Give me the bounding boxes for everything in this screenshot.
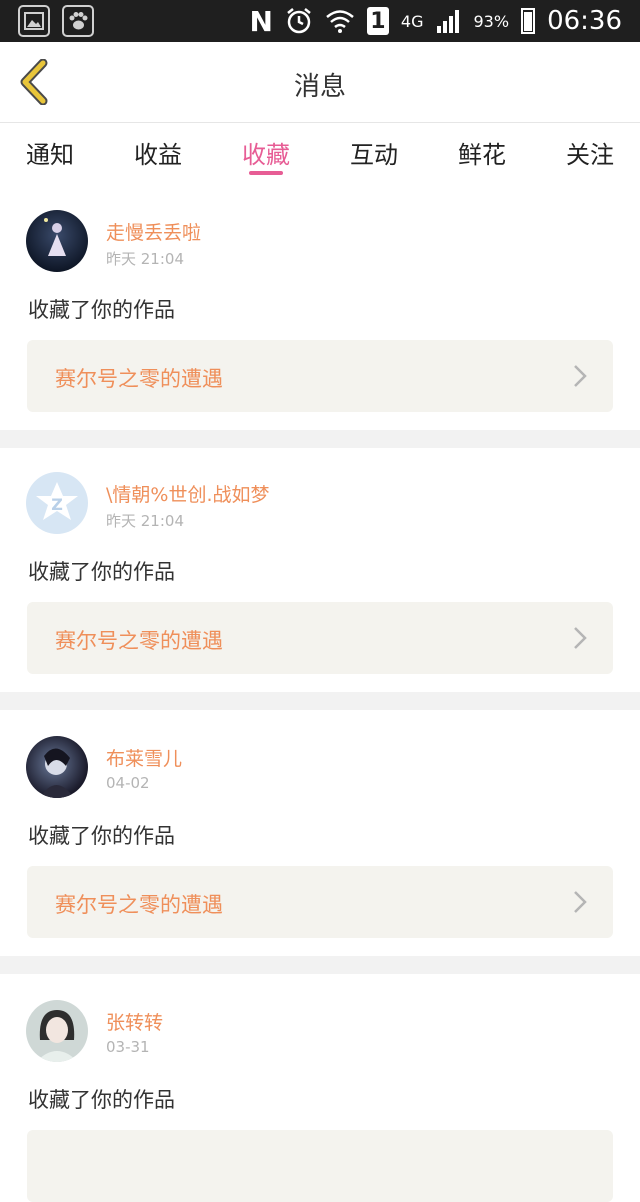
battery-icon [521, 8, 536, 34]
wifi-icon [326, 10, 354, 33]
work-link[interactable]: 赛尔号之零的遭遇 [27, 602, 613, 674]
action-text: 收藏了你的作品 [28, 298, 175, 322]
gallery-icon [18, 5, 50, 37]
active-tab-indicator [249, 171, 283, 175]
username[interactable]: \情朝%世创.战如梦 [106, 480, 270, 507]
avatar[interactable] [26, 736, 88, 798]
tab-follows[interactable]: 关注 [540, 135, 640, 170]
tab-favorites[interactable]: 收藏 [216, 135, 316, 170]
divider [0, 692, 640, 710]
divider [0, 430, 640, 448]
avatar[interactable] [26, 210, 88, 272]
battery-percent: 93% [473, 11, 510, 31]
action-text: 收藏了你的作品 [28, 560, 175, 584]
work-link[interactable] [27, 1130, 613, 1202]
divider [0, 956, 640, 974]
status-bar: N 1 4G 93% 06:36 [0, 0, 640, 42]
message-time: 03-31 [106, 1038, 150, 1056]
tab-interactions[interactable]: 互动 [324, 135, 424, 170]
sim-indicator: 1 [366, 7, 389, 35]
username[interactable]: 张转转 [106, 1008, 163, 1035]
svg-text:Z: Z [51, 495, 63, 514]
message-card: 布莱雪儿 04-02 收藏了你的作品 赛尔号之零的遭遇 [0, 710, 640, 956]
chevron-right-icon [574, 627, 587, 649]
username[interactable]: 布莱雪儿 [106, 744, 182, 771]
work-title: 赛尔号之零的遭遇 [55, 629, 223, 653]
username[interactable]: 走慢丢丢啦 [106, 218, 201, 245]
work-title: 赛尔号之零的遭遇 [55, 893, 223, 917]
chevron-right-icon [574, 891, 587, 913]
alarm-icon [287, 8, 311, 34]
message-card: 张转转 03-31 收藏了你的作品 [0, 974, 640, 1202]
action-text: 收藏了你的作品 [28, 1088, 175, 1112]
app-header: 消息 [0, 42, 640, 123]
work-title: 赛尔号之零的遭遇 [55, 367, 223, 391]
avatar[interactable]: Z [26, 472, 88, 534]
page-title: 消息 [293, 72, 346, 102]
message-card: Z \情朝%世创.战如梦 昨天 21:04 收藏了你的作品 赛尔号之零的遭遇 [0, 448, 640, 692]
nfc-icon: N [249, 4, 273, 38]
tab-earnings[interactable]: 收益 [108, 135, 208, 170]
clock: 06:36 [547, 6, 622, 36]
message-time: 04-02 [106, 774, 150, 792]
tab-bar: 通知 收益 收藏 互动 鲜花 关注 [0, 123, 640, 185]
paw-app-icon [62, 5, 94, 37]
work-link[interactable]: 赛尔号之零的遭遇 [27, 866, 613, 938]
tab-flowers[interactable]: 鲜花 [432, 135, 532, 170]
work-link[interactable]: 赛尔号之零的遭遇 [27, 340, 613, 412]
tab-notifications[interactable]: 通知 [0, 135, 100, 170]
message-card: 走慢丢丢啦 昨天 21:04 收藏了你的作品 赛尔号之零的遭遇 [0, 186, 640, 430]
chevron-right-icon [574, 365, 587, 387]
network-type: 4G [400, 11, 424, 31]
message-time: 昨天 21:04 [106, 512, 184, 530]
avatar[interactable] [26, 1000, 88, 1062]
signal-icon [436, 10, 459, 33]
message-time: 昨天 21:04 [106, 250, 184, 268]
action-text: 收藏了你的作品 [28, 824, 175, 848]
